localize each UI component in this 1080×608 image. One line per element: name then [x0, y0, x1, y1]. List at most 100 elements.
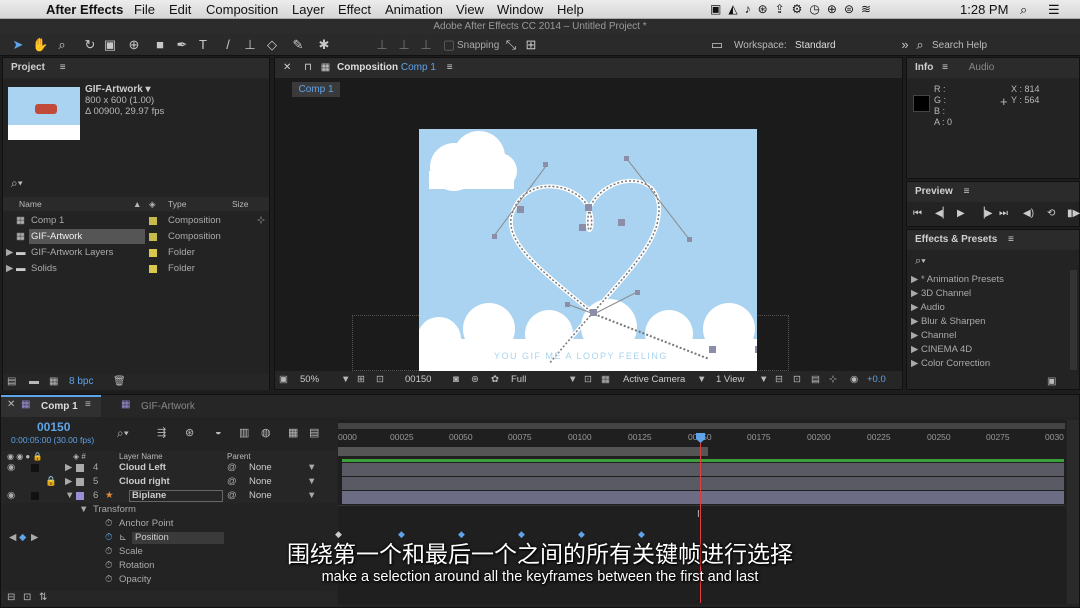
- pickwhip-icon[interactable]: @: [227, 489, 237, 503]
- hand-tool-icon[interactable]: ✋: [32, 37, 48, 53]
- effects-item[interactable]: ▶ * Animation Presets: [911, 273, 1071, 287]
- timeline-icon[interactable]: ▤: [811, 371, 820, 389]
- local-axis-icon[interactable]: ⊥: [374, 37, 390, 53]
- clone-tool-icon[interactable]: ⊥: [242, 37, 258, 53]
- zoom-select[interactable]: 50%: [300, 371, 319, 389]
- workspace-chevron-icon[interactable]: »: [897, 37, 913, 53]
- layer-bar-cloud-left[interactable]: [342, 463, 1064, 476]
- flowchart-icon[interactable]: ⊹: [829, 371, 837, 389]
- property-row[interactable]: ⏱ Anchor Point: [1, 517, 337, 531]
- layer-bar-cloud-right[interactable]: [342, 477, 1064, 490]
- roto-tool-icon[interactable]: ✎: [290, 37, 306, 53]
- rotate-tool-icon[interactable]: ↻: [82, 37, 98, 53]
- notification-list-icon[interactable]: ☰: [1048, 2, 1060, 18]
- timeline-tab-comp1[interactable]: Comp 1: [41, 401, 78, 412]
- status-icons[interactable]: ▣◭♪⊛⇪⚙◷⊕⊜≋: [710, 2, 878, 16]
- effects-search-icon[interactable]: ⌕▾: [915, 255, 926, 268]
- effects-scrollbar[interactable]: [1070, 270, 1077, 370]
- always-preview-icon[interactable]: ▣: [279, 371, 288, 389]
- composition-tab-name[interactable]: Comp 1: [401, 62, 436, 73]
- effects-item[interactable]: ▶ CINEMA 4D: [911, 343, 1071, 357]
- menu-help[interactable]: Help: [557, 2, 584, 17]
- toggle-switches-icon[interactable]: ⊟: [7, 592, 15, 603]
- search-icon[interactable]: ⌕: [1020, 2, 1027, 18]
- menu-edit[interactable]: Edit: [169, 2, 191, 17]
- pickwhip-icon[interactable]: @: [227, 475, 237, 489]
- shape-tool-icon[interactable]: ■: [152, 37, 168, 53]
- project-item[interactable]: ▶ ▬ GIF-Artwork Layers Folder: [3, 245, 269, 261]
- project-item[interactable]: ▶ ▬ Solids Folder: [3, 261, 269, 277]
- panel-menu-icon[interactable]: ≡: [85, 399, 91, 410]
- expand-triangle-icon[interactable]: ▶: [911, 358, 918, 369]
- new-folder-icon[interactable]: ▬: [29, 376, 39, 387]
- effects-search-input[interactable]: [931, 254, 1071, 267]
- brush-tool-icon[interactable]: /: [220, 37, 236, 53]
- resolution-dropdown-icon[interactable]: ▼: [568, 371, 577, 389]
- layer-name[interactable]: Cloud Left: [119, 461, 166, 475]
- panel-menu-icon[interactable]: ≡: [60, 62, 66, 73]
- menu-clock[interactable]: 1:28 PM: [960, 2, 1008, 17]
- loop-icon[interactable]: ⟲: [1047, 208, 1055, 219]
- panel-menu-icon[interactable]: ≡: [1008, 234, 1014, 245]
- mask-visibility-icon[interactable]: ⊡: [376, 371, 384, 389]
- parent-dropdown-icon[interactable]: ▼: [307, 489, 316, 503]
- layer-row[interactable]: 🔒 ▶ 5 Cloud right @ None ▼: [1, 475, 337, 489]
- solo-box[interactable]: [31, 464, 39, 472]
- new-preset-icon[interactable]: ▣: [1047, 376, 1056, 387]
- interpret-footage-icon[interactable]: ▤: [7, 376, 16, 387]
- flowchart-icon[interactable]: ⊹: [257, 213, 265, 229]
- col-type[interactable]: Type: [168, 197, 186, 211]
- menu-window[interactable]: Window: [497, 2, 543, 17]
- project-tab[interactable]: Project: [11, 62, 45, 73]
- label-swatch[interactable]: [149, 217, 157, 225]
- show-snapshot-icon[interactable]: ✿: [491, 371, 499, 389]
- camera-select[interactable]: Active Camera: [623, 371, 685, 389]
- menu-animation[interactable]: Animation: [385, 2, 443, 17]
- layer-name[interactable]: Biplane: [132, 489, 166, 503]
- composition-tab-label[interactable]: Composition: [337, 62, 398, 73]
- project-search-icon[interactable]: ⌕▾: [11, 176, 23, 191]
- motion-blur-icon[interactable]: ◍: [261, 426, 271, 439]
- zoom-dropdown-icon[interactable]: ▼: [341, 371, 350, 389]
- project-item[interactable]: ▦ Comp 1 Composition ⊹: [3, 213, 269, 229]
- timeline-tab-gif-artwork[interactable]: GIF-Artwork: [141, 401, 195, 412]
- effects-item[interactable]: ▶ Channel: [911, 329, 1071, 343]
- label-swatch[interactable]: [76, 464, 84, 472]
- panel-menu-icon[interactable]: ≡: [942, 62, 948, 73]
- toggle-modes-icon[interactable]: ⊡: [23, 592, 31, 603]
- exposure-value[interactable]: +0.0: [867, 371, 886, 389]
- exposure-icon[interactable]: ◉: [850, 371, 858, 389]
- snap-edge-icon[interactable]: ⤡: [503, 37, 519, 53]
- snapping-checkbox-icon[interactable]: ▢: [441, 37, 457, 53]
- menu-app[interactable]: After Effects: [46, 2, 123, 17]
- stopwatch-icon[interactable]: ⏱: [105, 517, 112, 531]
- vr-icon[interactable]: ▭: [707, 37, 727, 53]
- work-area-range[interactable]: [338, 447, 708, 456]
- solo-box[interactable]: [31, 492, 39, 500]
- lock-icon[interactable]: ⊓: [304, 62, 312, 73]
- puppet-tool-icon[interactable]: ✱: [316, 37, 332, 53]
- expand-triangle-icon[interactable]: ▶: [911, 344, 918, 355]
- preview-tab[interactable]: Preview: [915, 186, 953, 197]
- layer-bar-biplane[interactable]: [342, 491, 1064, 504]
- expand-triangle-icon[interactable]: ▶: [911, 316, 918, 327]
- frame-blending-icon[interactable]: ▥: [239, 426, 249, 439]
- fast-previews-icon[interactable]: ⊡: [793, 371, 801, 389]
- work-area-bar[interactable]: [338, 423, 1065, 429]
- layer-name[interactable]: Cloud right: [119, 475, 170, 489]
- panel-menu-icon[interactable]: ≡: [447, 62, 453, 73]
- snap-grid-icon[interactable]: ⊞: [523, 37, 539, 53]
- view-layout-select[interactable]: 1 View: [716, 371, 744, 389]
- expand-triangle-icon[interactable]: ▶: [65, 461, 72, 475]
- next-frame-icon[interactable]: ▕▶: [977, 208, 992, 219]
- layer-duration-bar[interactable]: [342, 459, 1064, 462]
- label-swatch[interactable]: [149, 233, 157, 241]
- effects-item[interactable]: ▶ Audio: [911, 301, 1071, 315]
- transform-group[interactable]: ▼ Transform: [1, 503, 337, 517]
- type-tool-icon[interactable]: T: [195, 37, 211, 53]
- col-size[interactable]: Size: [232, 197, 249, 211]
- menu-effect[interactable]: Effect: [338, 2, 371, 17]
- current-time[interactable]: 00150: [405, 371, 431, 389]
- play-icon[interactable]: ▶: [957, 208, 965, 219]
- trash-icon[interactable]: 🗑: [113, 376, 126, 387]
